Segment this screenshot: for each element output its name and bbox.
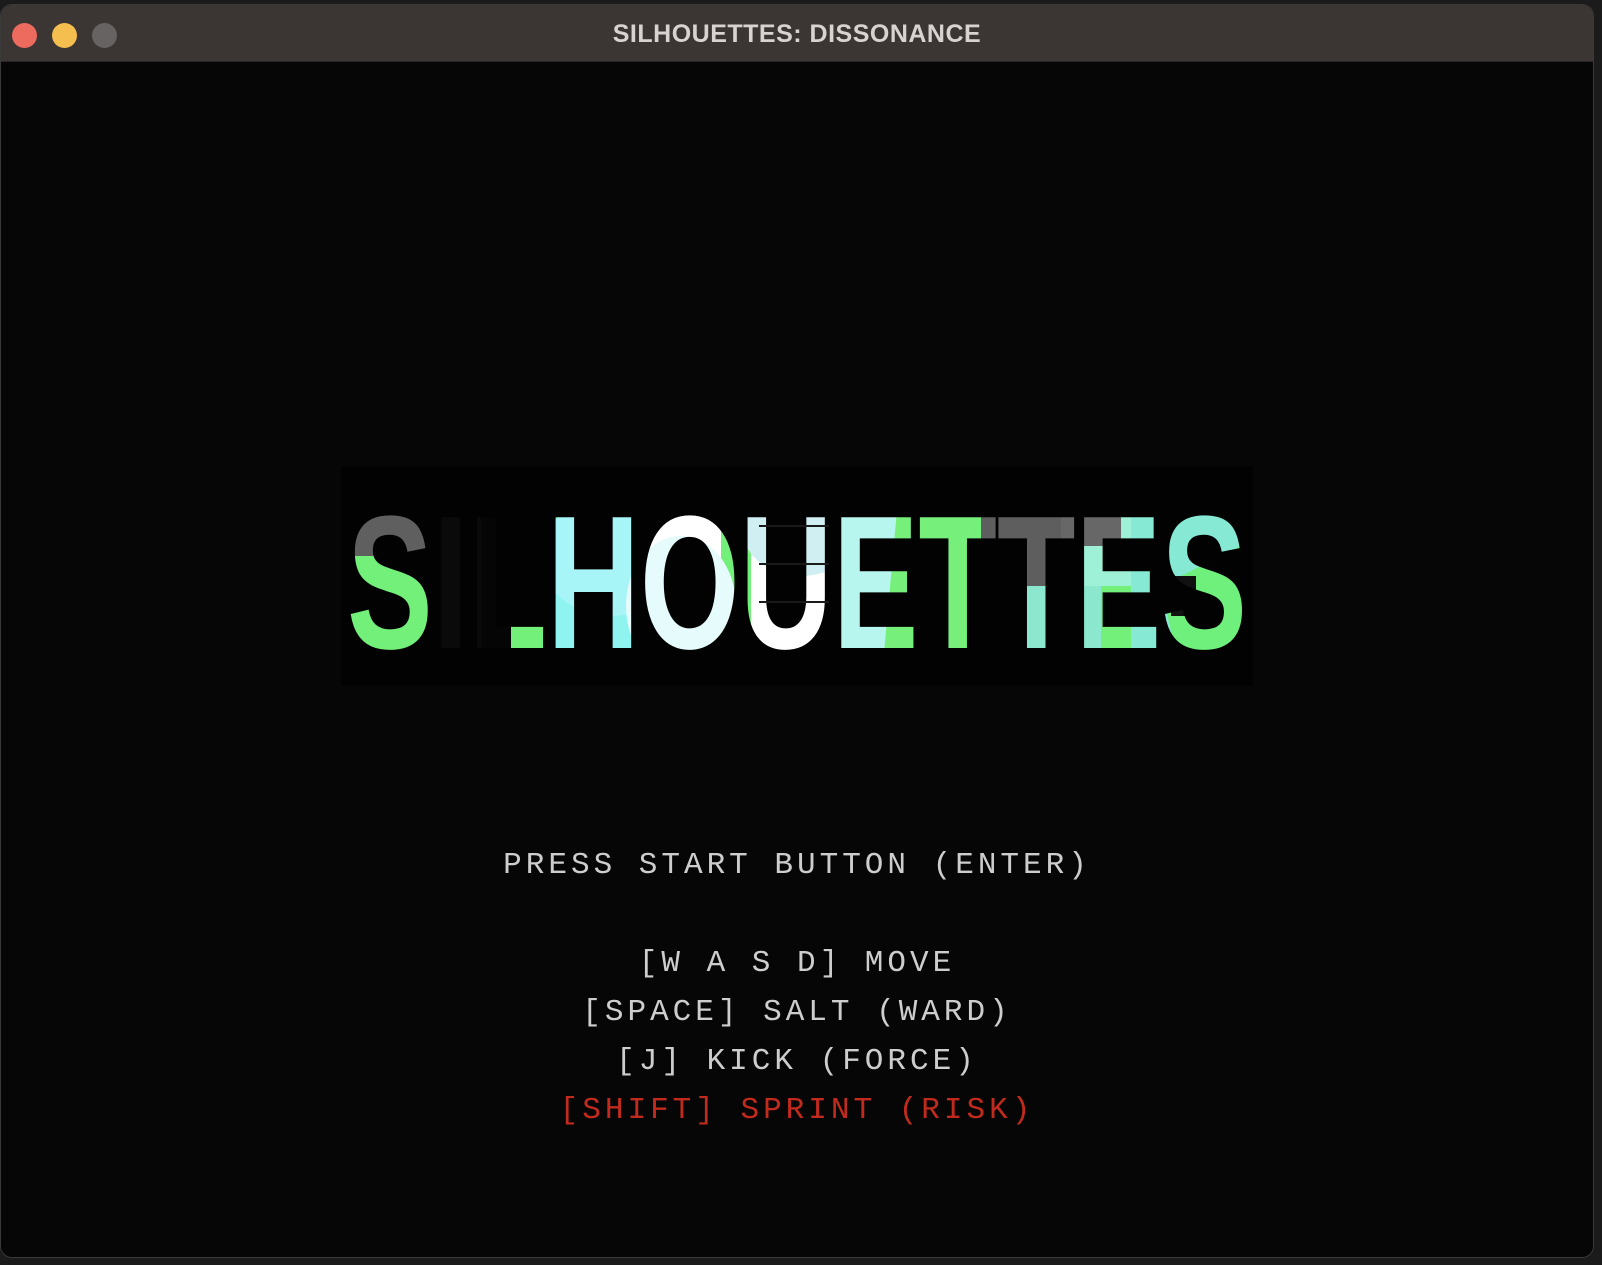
control-sprint: [SHIFT] SPRINT (RISK) (559, 1093, 1035, 1128)
game-window: SILHOUETTES: DISSONANCE SILHOUETTES (0, 4, 1594, 1258)
control-move: [W A S D] MOVE (638, 946, 956, 981)
control-salt: [SPACE] SALT (WARD) (582, 995, 1012, 1030)
title-bar[interactable]: SILHOUETTES: DISSONANCE (1, 5, 1593, 62)
silhouettes-logo-image: SILHOUETTES (347, 477, 1247, 686)
window-title: SILHOUETTES: DISSONANCE (612, 20, 982, 48)
press-start-prompt[interactable]: PRESS START BUTTON (ENTER) (1, 848, 1593, 883)
game-canvas[interactable]: SILHOUETTES (1, 62, 1593, 1257)
control-kick: [J] KICK (FORCE) (616, 1044, 978, 1079)
title-logo: SILHOUETTES (341, 466, 1253, 686)
